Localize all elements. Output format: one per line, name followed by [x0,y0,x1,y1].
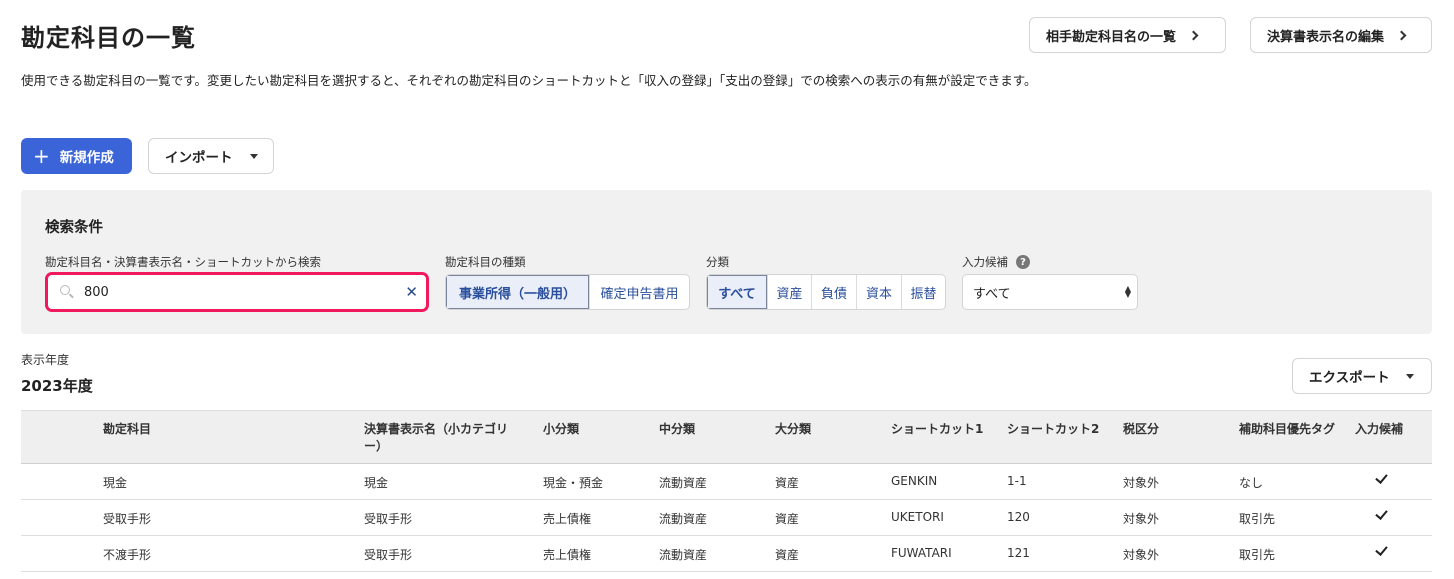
input-candidate-value: すべて [973,286,1011,302]
col-shortcut1: ショートカット1 [891,422,984,436]
statement-name-edit-label: 決算書表示名の編集 [1267,29,1385,45]
import-label: インポート [165,150,233,166]
cell-shortcut1: FUWATARI [891,546,952,560]
cell-sub-account-tag: 取引先 [1239,548,1276,562]
new-account-label: 新規作成 [59,150,114,166]
cell-statement-name: 受取手形 [364,512,413,526]
new-account-button[interactable]: + 新規作成 [21,138,132,174]
import-dropdown-button[interactable]: インポート [148,138,274,174]
cell-middle-class: 流動資産 [659,512,708,526]
table-row[interactable]: 受取手形 受取手形 売上債権 流動資産 資産 UKETORI 120 対象外 取… [21,500,1432,536]
display-year-label: 表示年度 [21,353,70,367]
cell-tax-class: 対象外 [1123,548,1160,562]
export-label: エクスポート [1309,370,1390,386]
cell-sub-account-tag: 取引先 [1239,512,1276,526]
category-all[interactable]: すべて [707,275,767,309]
input-candidate-label: 入力候補 ? [962,254,1030,270]
col-shortcut2: ショートカット2 [1007,422,1100,436]
caret-down-icon [1405,373,1414,379]
search-conditions-title: 検索条件 [45,220,103,236]
page-description: 使用できる勘定科目の一覧です。変更したい勘定科目を選択すると、それぞれの勘定科目… [21,73,1037,88]
category-label: 分類 [706,255,729,269]
check-icon [1376,508,1386,522]
cell-small-class: 売上債権 [543,548,592,562]
check-icon [1376,544,1386,558]
partner-account-list-button[interactable]: 相手勘定科目名の一覧 [1029,17,1226,53]
check-icon [1376,472,1386,486]
plus-icon: + [33,144,50,168]
cell-small-class: 売上債権 [543,512,592,526]
input-candidate-label-text: 入力候補 [962,255,1008,269]
cell-account: 現金 [103,476,128,490]
accounts-table: 勘定科目 決算書表示名（小カテゴリー） 小分類 中分類 大分類 ショートカット1… [21,410,1432,572]
partner-account-list-label: 相手勘定科目名の一覧 [1046,29,1177,45]
cell-large-class: 資産 [775,512,800,526]
chevron-right-icon [1188,30,1199,40]
category-liabilities[interactable]: 負債 [811,275,856,309]
keyword-search-input[interactable] [84,281,384,303]
category-capital[interactable]: 資本 [856,275,901,309]
col-tax-class: 税区分 [1123,422,1160,436]
table-row[interactable]: 不渡手形 受取手形 売上債権 流動資産 資産 FUWATARI 121 対象外 … [21,536,1432,572]
category-transfer[interactable]: 振替 [901,275,945,309]
col-small-class: 小分類 [543,422,580,436]
keyword-search-box[interactable]: ✕ [45,272,429,312]
account-type-tax-return[interactable]: 確定申告書用 [589,275,689,309]
cell-tax-class: 対象外 [1123,512,1160,526]
clear-icon[interactable]: ✕ [405,282,418,302]
select-arrows-icon: ▲ ▼ [1124,284,1131,299]
col-account: 勘定科目 [103,422,152,436]
cell-statement-name: 受取手形 [364,548,413,562]
search-conditions-panel: 検索条件 勘定科目名・決算書表示名・ショートカットから検索 ✕ 勘定科目の種類 … [21,190,1432,334]
cell-shortcut1: UKETORI [891,510,944,524]
cell-tax-class: 対象外 [1123,476,1160,490]
keyword-search-label: 勘定科目名・決算書表示名・ショートカットから検索 [45,255,321,269]
caret-down-icon [249,153,258,159]
page-title: 勘定科目の一覧 [21,24,196,52]
cell-small-class: 現金・預金 [543,476,604,490]
cell-large-class: 資産 [775,476,800,490]
cell-large-class: 資産 [775,548,800,562]
col-middle-class: 中分類 [659,422,696,436]
search-icon [60,285,70,295]
cell-statement-name: 現金 [364,476,389,490]
account-type-segment: 事業所得（一般用） 確定申告書用 [445,274,690,310]
cell-shortcut2: 120 [1007,510,1030,524]
chevron-right-icon [1396,30,1407,40]
export-dropdown-button[interactable]: エクスポート [1292,358,1432,394]
category-segment: すべて 資産 負債 資本 振替 [706,274,946,310]
input-candidate-select[interactable]: すべて ▲ ▼ [962,274,1138,310]
help-icon[interactable]: ? [1016,255,1030,269]
cell-account: 不渡手形 [103,548,152,562]
cell-shortcut1: GENKIN [891,474,938,488]
account-type-label: 勘定科目の種類 [445,255,526,269]
cell-middle-class: 流動資産 [659,476,708,490]
col-sub-account-tag: 補助科目優先タグ [1239,422,1336,436]
cell-shortcut2: 1-1 [1007,474,1027,488]
table-row[interactable]: 現金 現金 現金・預金 流動資産 資産 GENKIN 1-1 対象外 なし [21,464,1432,500]
account-type-business-income[interactable]: 事業所得（一般用） [446,275,589,309]
statement-name-edit-button[interactable]: 決算書表示名の編集 [1250,17,1432,53]
display-year-value: 2023年度 [21,377,93,395]
cell-middle-class: 流動資産 [659,548,708,562]
category-assets[interactable]: 資産 [767,275,811,309]
col-large-class: 大分類 [775,422,812,436]
table-header: 勘定科目 決算書表示名（小カテゴリー） 小分類 中分類 大分類 ショートカット1… [21,410,1432,464]
cell-shortcut2: 121 [1007,546,1030,560]
cell-sub-account-tag: なし [1239,476,1264,490]
cell-account: 受取手形 [103,512,152,526]
col-statement-name: 決算書表示名（小カテゴリー） [364,422,509,453]
col-input-candidate: 入力候補 [1355,422,1404,436]
